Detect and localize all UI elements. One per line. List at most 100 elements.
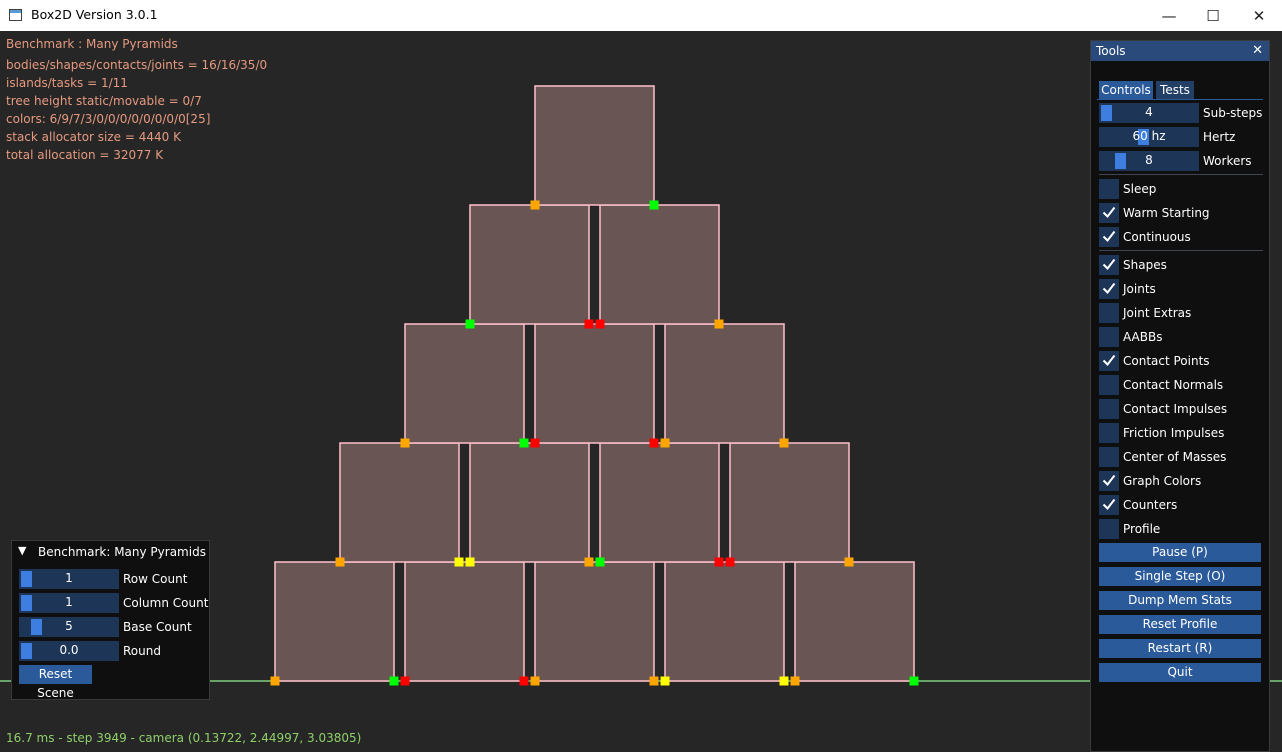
contact-point [389,676,399,686]
simulation-viewport[interactable]: Benchmark : Many Pyramids bodies/shapes/… [0,31,1282,752]
contact-point [335,557,345,567]
info-line: tree height static/movable = 0/7 [6,94,202,108]
contact-point [909,676,919,686]
box-body [534,561,655,682]
close-icon[interactable]: ✕ [1252,43,1263,58]
separator [1099,250,1263,251]
contact-point [714,319,724,329]
slider-value: 5 [65,619,73,633]
checkbox[interactable] [1099,255,1119,275]
checkbox[interactable] [1099,179,1119,199]
info-line: colors: 6/9/7/3/0/0/0/0/0/0/0/0[25] [6,112,211,126]
minimize-button[interactable]: — [1146,0,1192,31]
info-line: Benchmark : Many Pyramids [6,37,178,51]
info-line: bodies/shapes/contacts/joints = 16/16/35… [6,58,268,72]
checkmark-icon [1102,472,1116,488]
checkmark-icon [1102,352,1116,368]
checkbox[interactable] [1099,519,1119,539]
contact-point [454,557,464,567]
tab-controls[interactable]: Controls [1099,81,1153,99]
box-body [274,561,395,682]
tools-panel-header[interactable]: Tools ✕ [1091,41,1269,61]
checkbox-label: Warm Starting [1123,206,1210,220]
checkbox[interactable] [1099,303,1119,323]
box-body [534,85,655,206]
button-pause-p[interactable]: Pause (P) [1099,543,1261,562]
contact-point [270,676,280,686]
tab-underline [1097,99,1263,100]
info-line: total allocation = 32077 K [6,148,164,162]
checkbox-label: Contact Impulses [1123,402,1228,416]
checkmark-icon [1102,204,1116,220]
slider[interactable]: 8 [1099,151,1199,171]
box-body [599,442,720,563]
checkbox[interactable] [1099,495,1119,515]
benchmark-panel: ▼ Benchmark: Many Pyramids 1 Row Count 1 Co… [11,540,210,700]
button-dump-mem-stats[interactable]: Dump Mem Stats [1099,591,1261,610]
contact-point [519,676,529,686]
button-quit[interactable]: Quit [1099,663,1261,682]
contact-point [649,200,659,210]
checkbox-label: Friction Impulses [1123,426,1225,440]
checkbox-label: Sleep [1123,182,1157,196]
contact-point [660,438,670,448]
checkbox-label: Shapes [1123,258,1167,272]
box-body [729,442,850,563]
contact-point [790,676,800,686]
button-single-step-o[interactable]: Single Step (O) [1099,567,1261,586]
benchmark-panel-header[interactable]: ▼ Benchmark: Many Pyramids [12,541,209,561]
contact-point [530,200,540,210]
checkbox-label: Graph Colors [1123,474,1202,488]
slider-label: Base Count [123,620,192,634]
checkbox[interactable] [1099,351,1119,371]
button-restart-r[interactable]: Restart (R) [1099,639,1261,658]
slider-label: Round [123,644,161,658]
contact-point [595,557,605,567]
checkmark-icon [1102,280,1116,296]
slider-label: Row Count [123,572,188,586]
slider[interactable]: 1 [19,593,119,613]
close-window-button[interactable]: ✕ [1236,0,1282,31]
checkmark-icon [1102,496,1116,512]
contact-point [530,438,540,448]
slider[interactable]: 5 [19,617,119,637]
checkbox-label: Contact Points [1123,354,1210,368]
checkbox[interactable] [1099,203,1119,223]
slider[interactable]: 0.0 [19,641,119,661]
checkbox-label: Joints [1123,282,1156,296]
slider-value: 0.0 [59,643,79,657]
slider-label: Column Count [123,596,209,610]
button-reset-profile[interactable]: Reset Profile [1099,615,1261,634]
checkbox-label: Contact Normals [1123,378,1224,392]
slider-label: Sub-steps [1203,106,1263,120]
contact-point [725,557,735,567]
checkbox[interactable] [1099,399,1119,419]
box-body [404,323,525,444]
maximize-button[interactable]: ☐ [1190,0,1236,31]
tab-tests[interactable]: Tests [1156,81,1194,99]
checkbox[interactable] [1099,423,1119,443]
checkbox[interactable] [1099,447,1119,467]
contact-point [595,319,605,329]
contact-point [660,676,670,686]
box-body [664,323,785,444]
checkbox[interactable] [1099,227,1119,247]
box-body [469,204,590,325]
window-title: Box2D Version 3.0.1 [31,7,158,22]
checkbox[interactable] [1099,279,1119,299]
slider[interactable]: 4 [1099,103,1199,123]
checkbox-label: Profile [1123,522,1161,536]
checkbox-label: Center of Masses [1123,450,1227,464]
slider[interactable]: 60 hz [1099,127,1199,147]
slider[interactable]: 1 [19,569,119,589]
collapse-icon[interactable]: ▼ [18,544,26,557]
checkbox[interactable] [1099,327,1119,347]
box-body [664,561,785,682]
checkbox[interactable] [1099,375,1119,395]
contact-point [649,676,659,686]
title-bar: Box2D Version 3.0.1 — ☐ ✕ [0,0,1282,32]
box-body [469,442,590,563]
tools-panel: Tools ✕ Controls Tests 4 Sub-steps 60 hz He… [1090,40,1270,752]
reset-scene-button[interactable]: Reset Scene [19,665,92,700]
checkbox[interactable] [1099,471,1119,491]
